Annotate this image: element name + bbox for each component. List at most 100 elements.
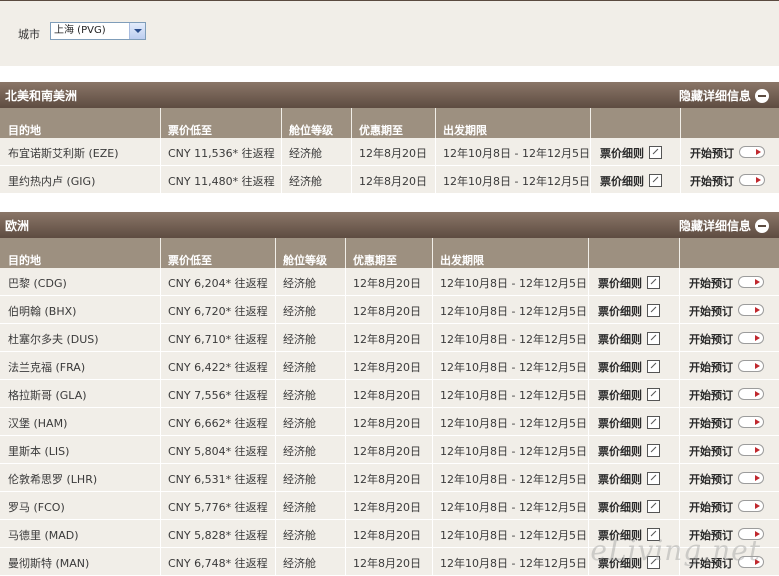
column-divider: [275, 352, 276, 379]
column-divider: [680, 138, 681, 165]
start-booking-button[interactable]: 开始预订: [689, 415, 764, 431]
column-divider: [432, 436, 433, 463]
destination-cell: 布宜诺斯艾利斯 (EZE): [8, 147, 119, 160]
start-booking-button[interactable]: 开始预订: [689, 331, 764, 347]
column-divider: [160, 138, 161, 165]
minus-circle-icon[interactable]: [755, 218, 769, 233]
go-arrow-icon[interactable]: [738, 388, 764, 400]
column-divider: [432, 520, 433, 547]
start-booking-button[interactable]: 开始预订: [689, 499, 764, 515]
cabin-cell: 经济舱: [283, 389, 316, 402]
fare-cell: CNY 6,422* 往返程: [168, 361, 268, 374]
fare-cell: CNY 5,804* 往返程: [168, 445, 268, 458]
external-link-icon[interactable]: [647, 360, 660, 373]
column-divider: [275, 268, 276, 295]
destination-cell: 伦敦希思罗 (LHR): [8, 473, 98, 486]
go-arrow-icon[interactable]: [738, 332, 764, 344]
go-arrow-icon[interactable]: [738, 276, 764, 288]
fare-rules-label: 票价细则: [598, 417, 642, 430]
start-booking-button[interactable]: 开始预订: [689, 443, 764, 459]
external-link-icon[interactable]: [647, 472, 660, 485]
external-link-icon[interactable]: [647, 500, 660, 513]
go-arrow-icon[interactable]: [738, 416, 764, 428]
external-link-icon[interactable]: [647, 388, 660, 401]
external-link-icon[interactable]: [647, 416, 660, 429]
fare-rules-label: 票价细则: [598, 389, 642, 402]
fare-rules-link[interactable]: 票价细则: [598, 303, 660, 319]
column-divider: [432, 268, 433, 295]
go-arrow-icon[interactable]: [738, 304, 764, 316]
start-booking-button[interactable]: 开始预订: [689, 275, 764, 291]
start-booking-button[interactable]: 开始预订: [689, 471, 764, 487]
fare-cell: CNY 6,531* 往返程: [168, 473, 268, 486]
fare-rules-link[interactable]: 票价细则: [598, 471, 660, 487]
departure-cell: 12年10月8日 - 12年12月5日: [440, 277, 587, 290]
start-booking-button[interactable]: 开始预订: [689, 303, 764, 319]
fare-rules-link[interactable]: 票价细则: [600, 145, 662, 161]
col-destination: 目的地: [8, 124, 41, 137]
chevron-down-icon[interactable]: [129, 23, 145, 39]
go-arrow-icon[interactable]: [738, 360, 764, 372]
hide-details-toggle[interactable]: 隐藏详细信息: [679, 217, 769, 234]
fare-rules-link[interactable]: 票价细则: [598, 331, 660, 347]
fare-rules-link[interactable]: 票价细则: [600, 173, 662, 189]
external-link-icon[interactable]: [647, 304, 660, 317]
external-link-icon[interactable]: [649, 174, 662, 187]
table-row: 巴黎 (CDG) CNY 6,204* 往返程 经济舱 12年8月20日 12年10月8…: [0, 268, 779, 296]
fare-rules-link[interactable]: 票价细则: [598, 359, 660, 375]
fare-rules-label: 票价细则: [598, 277, 642, 290]
go-arrow-icon[interactable]: [738, 444, 764, 456]
fare-rules-link[interactable]: 票价细则: [598, 275, 660, 291]
hide-details-toggle[interactable]: 隐藏详细信息: [679, 87, 769, 104]
city-select[interactable]: 上海 (PVG): [50, 22, 146, 40]
external-link-icon[interactable]: [647, 276, 660, 289]
column-divider: [281, 138, 282, 165]
start-booking-label: 开始预订: [690, 147, 734, 160]
column-divider: [588, 520, 589, 547]
table-row: 罗马 (FCO) CNY 5,776* 往返程 经济舱 12年8月20日 12年10月8…: [0, 492, 779, 520]
offer-until-cell: 12年8月20日: [353, 445, 421, 458]
go-arrow-icon[interactable]: [738, 472, 764, 484]
region-americas: 北美和南美洲 隐藏详细信息 目的地 票价低至 舱位等级 优惠期至 出发期限 布宜…: [0, 82, 779, 194]
column-divider: [588, 380, 589, 407]
column-divider: [160, 548, 161, 575]
cabin-cell: 经济舱: [283, 501, 316, 514]
external-link-icon[interactable]: [649, 146, 662, 159]
column-divider: [590, 138, 591, 165]
table-row: 里斯本 (LIS) CNY 5,804* 往返程 经济舱 12年8月20日 12年10月…: [0, 436, 779, 464]
start-booking-label: 开始预订: [689, 333, 733, 346]
departure-cell: 12年10月8日 - 12年12月5日: [440, 473, 587, 486]
watermark: eLiving.net: [590, 534, 761, 567]
destination-cell: 伯明翰 (BHX): [8, 305, 77, 318]
fare-rules-link[interactable]: 票价细则: [598, 499, 660, 515]
column-header-row: 目的地 票价低至 舱位等级 优惠期至 出发期限: [0, 108, 779, 138]
destination-cell: 罗马 (FCO): [8, 501, 65, 514]
column-divider: [275, 380, 276, 407]
start-booking-button[interactable]: 开始预订: [690, 173, 765, 189]
column-divider: [679, 408, 680, 435]
fare-rules-label: 票价细则: [598, 473, 642, 486]
go-arrow-icon[interactable]: [738, 500, 764, 512]
start-booking-button[interactable]: 开始预订: [690, 145, 765, 161]
start-booking-button[interactable]: 开始预订: [689, 387, 764, 403]
start-booking-button[interactable]: 开始预订: [689, 359, 764, 375]
offer-until-cell: 12年8月20日: [353, 529, 421, 542]
column-divider: [160, 324, 161, 351]
destination-cell: 曼彻斯特 (MAN): [8, 557, 90, 570]
fare-rules-link[interactable]: 票价细则: [598, 415, 660, 431]
col-fare: 票价低至: [168, 124, 212, 137]
fare-rules-link[interactable]: 票价细则: [598, 387, 660, 403]
col-departure: 出发期限: [440, 254, 484, 267]
go-arrow-icon[interactable]: [739, 174, 765, 186]
fare-rules-link[interactable]: 票价细则: [598, 443, 660, 459]
external-link-icon[interactable]: [647, 332, 660, 345]
column-divider: [160, 436, 161, 463]
col-offer-until: 优惠期至: [359, 124, 403, 137]
fare-cell: CNY 6,710* 往返程: [168, 333, 268, 346]
cabin-cell: 经济舱: [283, 473, 316, 486]
offer-until-cell: 12年8月20日: [353, 333, 421, 346]
minus-circle-icon[interactable]: [755, 88, 769, 103]
start-booking-label: 开始预订: [689, 305, 733, 318]
go-arrow-icon[interactable]: [739, 146, 765, 158]
external-link-icon[interactable]: [647, 444, 660, 457]
